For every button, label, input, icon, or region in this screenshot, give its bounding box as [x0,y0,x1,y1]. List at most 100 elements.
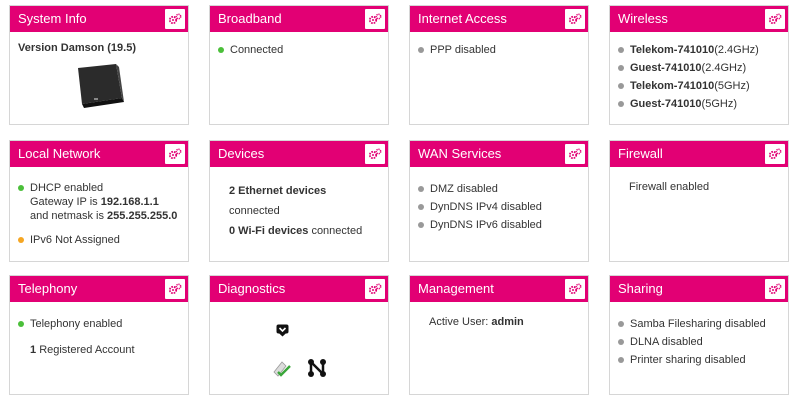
wan-services-card: WAN Services DMZ disabled DynDNS IPv4 di… [409,140,589,262]
status-dot [618,357,624,363]
ppp-status: PPP disabled [418,42,580,59]
card-title: Local Network [18,146,101,161]
card-title: Sharing [618,281,663,296]
shield-icon[interactable] [276,324,289,337]
ipv6-status: IPv6 Not Assigned [18,232,180,249]
card-header: Sharing [610,276,788,302]
settings-button[interactable] [365,144,385,164]
card-title: Telephony [18,281,78,296]
management-card: Management Active User: admin [409,275,589,395]
status-dot [418,186,424,192]
local-network-card: Local Network DHCP enabled Gateway IP is… [9,140,189,262]
gears-icon [168,148,182,160]
card-title: Management [418,281,494,296]
settings-button[interactable] [565,9,585,29]
status-dot [618,321,624,327]
active-user: Active User: admin [429,316,524,328]
card-title: WAN Services [418,146,502,161]
wifi-network-item: Telekom-741010(5GHz) [618,78,780,95]
card-header: Telephony [10,276,188,302]
card-header: Firewall [610,141,788,167]
settings-button[interactable] [565,279,585,299]
gears-icon [368,283,382,295]
dmz-status: DMZ disabled [418,181,580,198]
printer-sharing-status: Printer sharing disabled [618,352,780,369]
gears-icon [168,283,182,295]
dlna-status: DLNA disabled [618,334,780,351]
wifi-network-item: Telekom-741010(2.4GHz) [618,42,780,59]
broadband-status: Connected [218,42,380,59]
internet-access-card: Internet Access PPP disabled [409,5,589,125]
status-dot [618,101,624,107]
settings-button[interactable] [365,279,385,299]
wireless-card: Wireless Telekom-741010(2.4GHz) Guest-74… [609,5,789,125]
settings-button[interactable] [565,144,585,164]
card-header: Diagnostics [210,276,388,302]
dyndns-ipv6-status: DynDNS IPv6 disabled [418,217,580,234]
card-title: Wireless [618,11,668,26]
samba-status: Samba Filesharing disabled [618,316,780,333]
status-dot [618,65,624,71]
status-dot [618,339,624,345]
diagnostics-card: Diagnostics [209,275,389,395]
status-dot [218,47,224,53]
gears-icon [368,13,382,25]
firewall-status: Firewall enabled [629,181,710,193]
settings-button[interactable] [765,9,785,29]
card-title: Diagnostics [218,281,286,296]
card-title: Devices [218,146,265,161]
network-check-icon[interactable] [272,358,292,378]
settings-button[interactable] [765,279,785,299]
status-dot [418,47,424,53]
status-dot [18,237,24,243]
card-title: Broadband [218,11,282,26]
wifi-network-item: Guest-741010(5GHz) [618,96,780,113]
status-dot [418,204,424,210]
card-title: Firewall [618,146,663,161]
settings-button[interactable] [165,144,185,164]
dyndns-ipv4-status: DynDNS IPv4 disabled [418,199,580,216]
settings-button[interactable] [165,279,185,299]
status-dot [18,321,24,327]
gears-icon [368,148,382,160]
card-header: System Info [10,6,188,32]
settings-button[interactable] [365,9,385,29]
gears-icon [568,283,582,295]
card-title: Internet Access [418,11,507,26]
firmware-version: Version Damson (19.5) [18,42,136,54]
card-header: Wireless [610,6,788,32]
gears-icon [568,13,582,25]
gears-icon [768,283,782,295]
telephony-status: Telephony enabled [18,316,180,333]
ethernet-devices: 2 Ethernet devices connected [229,185,327,217]
sharing-card: Sharing Samba Filesharing disabled DLNA … [609,275,789,395]
status-dot [618,47,624,53]
status-dot [618,83,624,89]
settings-button[interactable] [765,144,785,164]
firewall-card: Firewall Firewall enabled [609,140,789,262]
card-title: System Info [18,11,87,26]
telephony-card: Telephony Telephony enabled 1 Registered… [9,275,189,395]
gears-icon [568,148,582,160]
card-header: Internet Access [410,6,588,32]
card-header: Local Network [10,141,188,167]
broadband-card: Broadband Connected [209,5,389,125]
status-dot [418,222,424,228]
card-header: Broadband [210,6,388,32]
router-image [78,64,124,108]
card-header: WAN Services [410,141,588,167]
gears-icon [168,13,182,25]
wifi-devices: 0 Wi-Fi devices connected [229,225,363,237]
system-info-card: System Info Version Damson (19.5) [9,5,189,125]
topology-icon[interactable] [307,358,327,378]
devices-card: Devices 2 Ethernet devices connected 0 W… [209,140,389,262]
card-header: Management [410,276,588,302]
card-header: Devices [210,141,388,167]
settings-button[interactable] [165,9,185,29]
dhcp-status: DHCP enabled Gateway IP is 192.168.1.1 a… [18,181,180,223]
gears-icon [768,148,782,160]
registered-accounts: 1 Registered Account [30,344,135,356]
gears-icon [768,13,782,25]
status-dot [18,185,24,191]
wifi-network-item: Guest-741010(2.4GHz) [618,60,780,77]
